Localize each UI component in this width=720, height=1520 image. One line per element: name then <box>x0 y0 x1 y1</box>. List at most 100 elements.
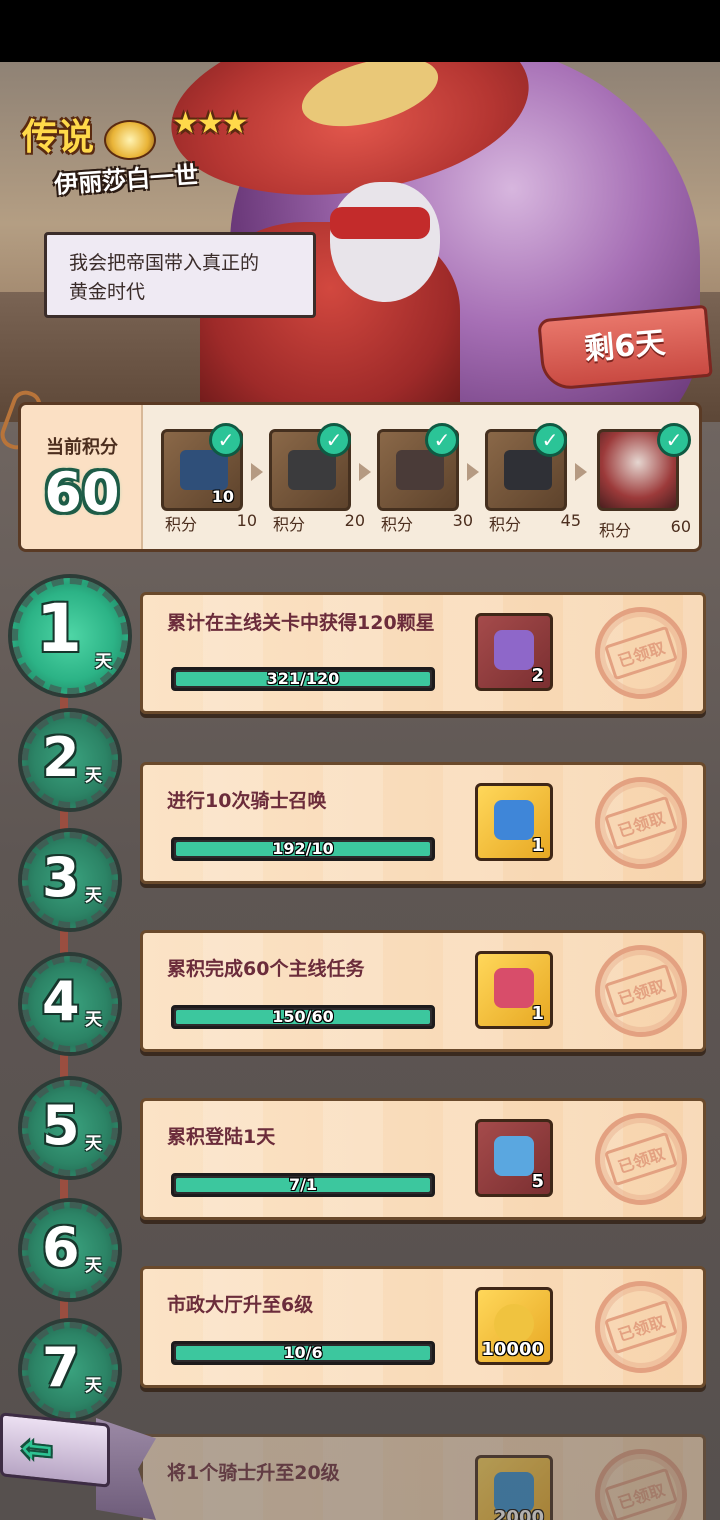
day-number: 2 <box>42 726 80 789</box>
rarity-label: 传说 <box>22 117 95 158</box>
day-tab-1[interactable]: 1 天 <box>12 578 128 694</box>
task-progress-bar: 10/6 <box>171 1341 435 1365</box>
check-icon: ✓ <box>657 423 691 457</box>
day-unit: 天 <box>85 1134 102 1154</box>
day-tab-2[interactable]: 2 天 <box>22 712 118 808</box>
check-icon: ✓ <box>533 423 567 457</box>
claimed-stamp: 已领取 <box>595 945 687 1037</box>
check-icon: ✓ <box>425 423 459 457</box>
gold-coin-icon <box>494 1304 534 1344</box>
task-title: 累积登陆1天 <box>167 1126 276 1148</box>
claimed-label: 已领取 <box>604 625 678 681</box>
claimed-label: 已领取 <box>604 1467 678 1520</box>
day-tab-7[interactable]: 7 天 <box>22 1322 118 1418</box>
day-tab-6[interactable]: 6 天 <box>22 1202 118 1298</box>
cocktail-icon <box>494 968 534 1008</box>
back-arrow-icon: ⇦ <box>21 1425 53 1473</box>
day-number: 5 <box>42 1094 80 1157</box>
task-progress-bar: 192/10 <box>171 837 435 861</box>
task-card: 市政大厅升至6级 10/6 10000 已领取 <box>140 1266 706 1388</box>
reward-qty: 2 <box>531 665 544 686</box>
task-title: 将1个骑士升至20级 <box>167 1462 340 1484</box>
day-tab-5[interactable]: 5 天 <box>22 1080 118 1176</box>
hero-quote-line: 我会把帝国带入真正的 <box>69 252 260 274</box>
book-icon <box>494 630 534 670</box>
progress-text: 150/60 <box>272 1007 334 1026</box>
task-title: 进行10次骑士召唤 <box>167 790 327 812</box>
day-unit: 天 <box>85 1010 102 1030</box>
points-panel: 当前积分 60 10 ✓ 积分 10 ✓ 积分 20 ✓ 积分 30 ✓ 积分 45 ✓… <box>18 402 702 552</box>
day-tab-3[interactable]: 3 天 <box>22 832 118 928</box>
reward-qty: 1 <box>531 1003 544 1024</box>
reward-qty: 1 <box>531 835 544 856</box>
task-progress-bar: 321/120 <box>171 667 435 691</box>
arrow-right-icon <box>575 463 587 481</box>
hero-quote-bubble: 我会把帝国带入真正的 黄金时代 <box>44 232 316 318</box>
check-icon: ✓ <box>209 423 243 457</box>
milestone-points-label: 积分 45 <box>489 511 581 534</box>
claimed-label: 已领取 <box>604 1131 678 1187</box>
day-unit: 天 <box>85 1256 102 1276</box>
status-bar <box>0 0 720 62</box>
day-number: 6 <box>42 1216 80 1279</box>
task-progress-bar: 7/1 <box>171 1173 435 1197</box>
task-title: 累计在主线关卡中获得120颗星 <box>167 612 435 634</box>
milestone-points-label: 积分 20 <box>273 511 365 534</box>
reward-item[interactable]: 5 <box>475 1119 553 1197</box>
milestone-points-label: 积分 60 <box>599 517 691 540</box>
milestone-points-label: 积分 30 <box>381 511 473 534</box>
claimed-stamp: 已领取 <box>595 1281 687 1373</box>
claimed-stamp: 已领取 <box>595 777 687 869</box>
claimed-stamp: 已领取 <box>595 1113 687 1205</box>
day-number: 4 <box>42 970 80 1033</box>
task-card: 将1个骑士升至20级 2000 已领取 <box>140 1434 706 1520</box>
hero-quote-line: 黄金时代 <box>69 281 146 303</box>
task-title: 市政大厅升至6级 <box>167 1294 314 1316</box>
task-progress-bar: 150/60 <box>171 1005 435 1029</box>
current-points-box: 当前积分 60 <box>21 405 143 549</box>
hero-face-art <box>330 182 440 302</box>
day-unit: 天 <box>95 652 112 672</box>
claimed-label: 已领取 <box>604 795 678 851</box>
progress-text: 10/6 <box>283 1343 323 1362</box>
rarity-emblem-icon <box>104 120 156 160</box>
reward-item[interactable]: 1 <box>475 951 553 1029</box>
reward-item[interactable]: 10000 <box>475 1287 553 1365</box>
claimed-label: 已领取 <box>604 963 678 1019</box>
reward-item[interactable]: 2000 <box>475 1455 553 1520</box>
progress-text: 7/1 <box>288 1175 318 1194</box>
potion-icon <box>494 1136 534 1176</box>
water-drop-icon <box>494 1472 534 1512</box>
milestone-qty: 10 <box>211 487 234 506</box>
day-unit: 天 <box>85 886 102 906</box>
arrow-right-icon <box>251 463 263 481</box>
claimed-label: 已领取 <box>604 1299 678 1355</box>
task-card: 累计在主线关卡中获得120颗星 321/120 2 已领取 <box>140 592 706 714</box>
task-card: 累积完成60个主线任务 150/60 1 已领取 <box>140 930 706 1052</box>
task-card: 累积登陆1天 7/1 5 已领取 <box>140 1098 706 1220</box>
day-unit: 天 <box>85 1376 102 1396</box>
current-points-value: 60 <box>44 461 120 524</box>
check-icon: ✓ <box>317 423 351 457</box>
progress-text: 192/10 <box>272 839 334 858</box>
reward-qty: 5 <box>531 1171 544 1192</box>
reward-qty: 10000 <box>481 1339 544 1360</box>
reward-item[interactable]: 1 <box>475 783 553 861</box>
claimed-stamp: 已领取 <box>595 607 687 699</box>
progress-text: 321/120 <box>266 669 340 688</box>
arrow-right-icon <box>467 463 479 481</box>
arrow-right-icon <box>359 463 371 481</box>
reward-item[interactable]: 2 <box>475 613 553 691</box>
back-button[interactable]: ⇦ <box>0 1412 110 1488</box>
days-left-tag: 剩6天 <box>537 304 713 392</box>
day-number: 7 <box>42 1336 80 1399</box>
day-tab-4[interactable]: 4 天 <box>22 956 118 1052</box>
ticket-icon <box>494 800 534 840</box>
current-points-label: 当前积分 <box>46 437 118 458</box>
star-rating: ★★★ <box>172 106 249 141</box>
task-title: 累积完成60个主线任务 <box>167 958 365 980</box>
reward-qty: 2000 <box>493 1507 544 1520</box>
day-number: 1 <box>36 590 82 667</box>
task-card: 进行10次骑士召唤 192/10 1 已领取 <box>140 762 706 884</box>
day-number: 3 <box>42 846 80 909</box>
